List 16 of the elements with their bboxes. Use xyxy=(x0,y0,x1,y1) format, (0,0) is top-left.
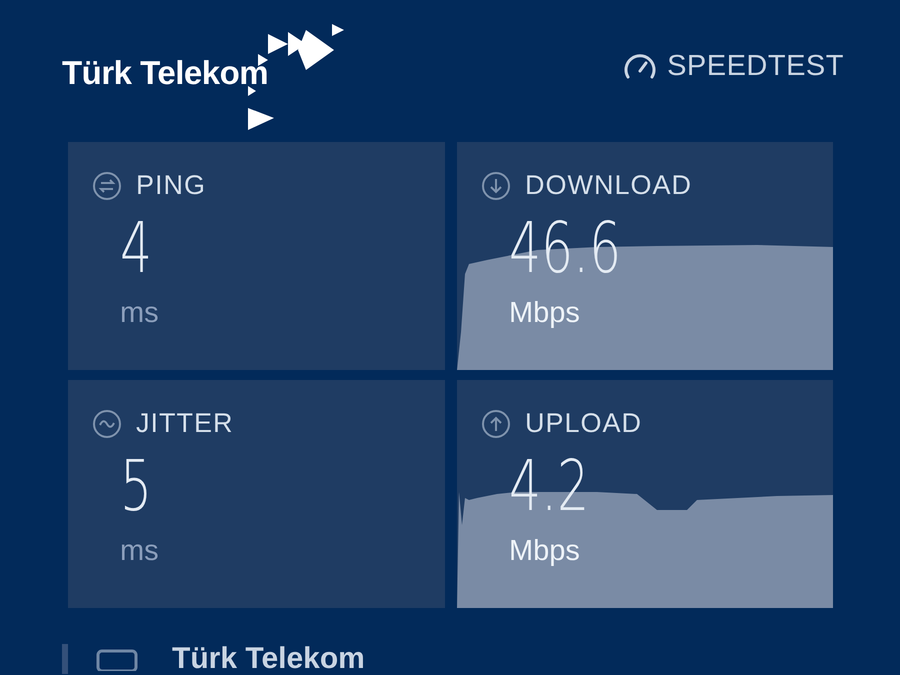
metric-value: 5 xyxy=(120,451,152,521)
metric-value: 4.2 xyxy=(509,451,590,521)
provider-name: Türk Telekom xyxy=(172,642,365,675)
metric-unit: Mbps xyxy=(509,535,580,568)
accent-bar xyxy=(62,644,68,674)
metric-title: DOWNLOAD xyxy=(525,170,692,201)
speedometer-icon xyxy=(623,52,658,80)
metric-unit: ms xyxy=(120,535,159,568)
metric-title: PING xyxy=(136,170,206,201)
brand-logo-text: Türk Telekom xyxy=(62,54,268,92)
metric-unit: ms xyxy=(120,297,159,330)
app-name: SPEEDTEST xyxy=(667,50,844,83)
metric-value: 4 xyxy=(120,213,152,283)
metric-title: UPLOAD xyxy=(525,408,642,439)
metric-unit: Mbps xyxy=(509,297,580,330)
metric-title: JITTER xyxy=(136,408,234,439)
